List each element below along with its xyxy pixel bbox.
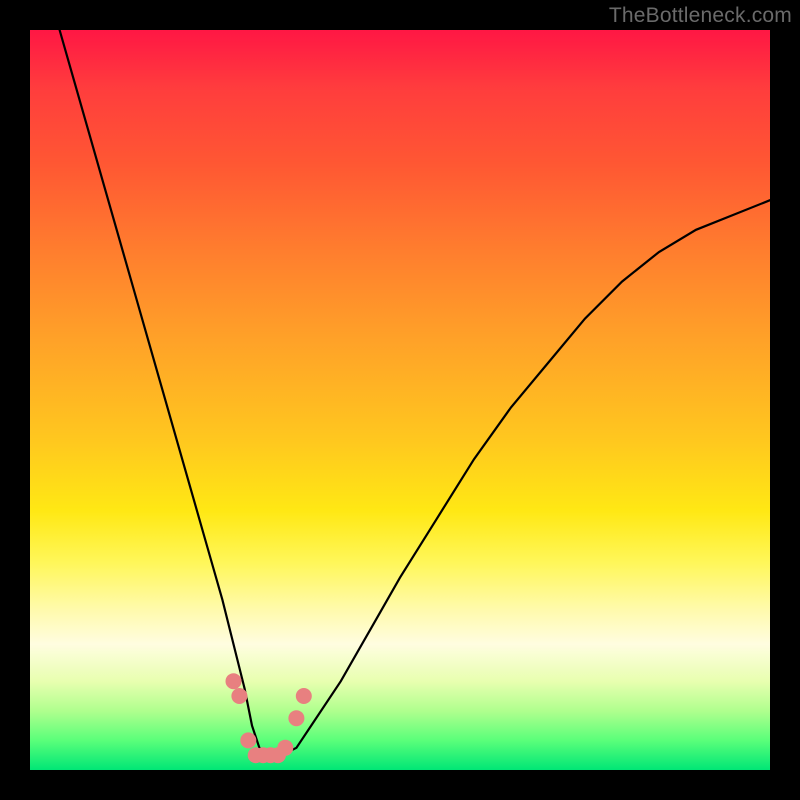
marker-dot — [277, 740, 293, 756]
curve-layer — [30, 30, 770, 770]
marker-dot — [226, 673, 242, 689]
bottleneck-curve — [60, 30, 770, 755]
chart-frame: TheBottleneck.com — [0, 0, 800, 800]
marker-dot — [240, 732, 256, 748]
marker-dot — [231, 688, 247, 704]
marker-dot — [296, 688, 312, 704]
plot-area — [30, 30, 770, 770]
marker-dot — [288, 710, 304, 726]
watermark-text: TheBottleneck.com — [609, 4, 792, 28]
optimal-markers — [226, 673, 312, 763]
